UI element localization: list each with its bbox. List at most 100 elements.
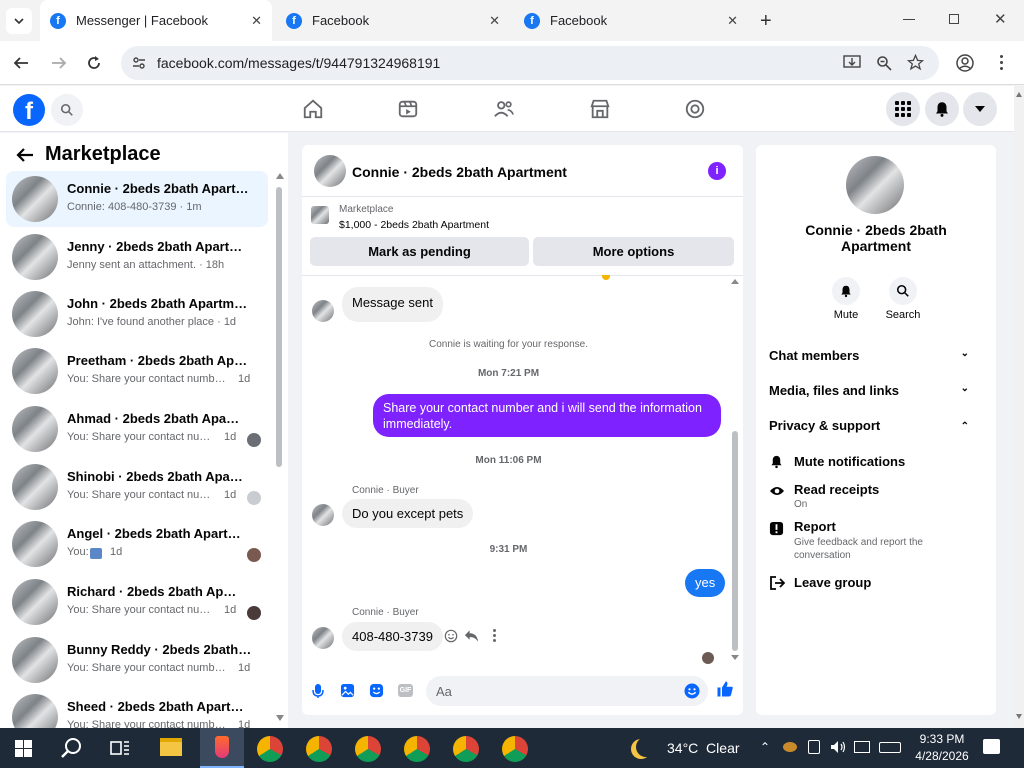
chat-scrollbar[interactable] [730,279,740,663]
close-window-icon[interactable]: ✕ [994,10,1007,28]
chat-header-avatar[interactable] [314,155,346,187]
scroll-down-arrow-icon[interactable] [276,715,284,721]
tab-messenger[interactable]: f Messenger | Facebook ✕ [40,0,272,41]
conversation-item[interactable]: Angel · 2beds 2bath Apartme... You: · 1d [6,516,268,572]
video-nav-icon[interactable] [397,98,421,122]
address-bar[interactable]: facebook.com/messages/t/944791324968191 [121,46,939,80]
tab-facebook-2[interactable]: f Facebook ✕ [514,0,748,41]
scroll-up-arrow-icon[interactable] [1016,92,1022,97]
more-options-button[interactable]: More options [533,237,734,266]
network-icon[interactable] [854,741,870,753]
home-nav-icon[interactable] [302,98,326,122]
facebook-logo-icon[interactable]: f [13,94,45,126]
react-emoji-icon[interactable] [444,629,458,643]
tray-app-icon[interactable] [783,742,797,752]
gaming-nav-icon[interactable] [684,98,708,122]
mute-notifications-item[interactable]: Mute notifications [769,454,983,472]
notification-center-icon[interactable] [983,739,1000,754]
read-receipts-item[interactable]: Read receipts On [769,482,983,512]
tray-chevron-up-icon[interactable]: ⌃ [760,740,770,754]
scroll-down-arrow-icon[interactable] [731,655,739,660]
connie-avatar[interactable] [312,627,334,649]
forward-icon[interactable] [50,54,68,72]
reply-icon[interactable] [464,629,479,643]
conversation-item[interactable]: Richard · 2beds 2bath Apart... You: Shar… [6,574,268,630]
chrome-profile-icon[interactable] [257,736,283,762]
close-tab-icon[interactable]: ✕ [489,13,500,29]
listing-thumbnail[interactable] [311,206,329,224]
weather-text[interactable]: 34°C Clear [667,740,740,756]
leave-group-item[interactable]: Leave group [769,575,983,593]
active-app-icon[interactable] [200,728,244,768]
clock-date[interactable]: 4/28/2026 [910,749,974,763]
conversation-info-button[interactable]: i [708,162,726,180]
report-item[interactable]: Report Give feedback and report the conv… [769,519,983,561]
voice-clip-icon[interactable] [311,683,325,699]
browser-menu-icon[interactable] [1000,55,1004,70]
mark-as-pending-button[interactable]: Mark as pending [310,237,529,266]
conversation-item[interactable]: Ahmad · 2beds 2bath Apartm... You: Share… [6,401,268,457]
conversation-item[interactable]: Sheed · 2beds 2bath Apartment You: Share… [6,689,268,728]
start-icon[interactable] [15,740,32,757]
conversation-item[interactable]: Jenny · 2beds 2bath Apartment Jenny sent… [6,229,268,285]
conversation-item[interactable]: Shinobi · 2beds 2bath Apart... You: Shar… [6,459,268,515]
conversation-list-scrollbar[interactable] [274,173,284,723]
restore-window-icon[interactable] [949,14,959,24]
search-icon[interactable] [61,737,83,759]
close-tab-icon[interactable]: ✕ [251,13,262,29]
photo-icon[interactable] [340,683,355,698]
conversation-item[interactable]: Preetham · 2beds 2bath Apartm... You: Sh… [6,343,268,399]
keyboard-icon[interactable] [879,742,901,753]
search-in-conversation-button[interactable] [889,277,917,305]
chrome-profile-icon[interactable] [306,736,332,762]
connie-avatar[interactable] [312,504,334,526]
chat-title[interactable]: Connie · 2beds 2bath Apartment [352,164,567,180]
zoom-icon[interactable] [876,55,892,71]
tab-list-dropdown-icon[interactable] [6,8,32,34]
chrome-profile-icon[interactable] [453,736,479,762]
profile-icon[interactable] [956,54,974,72]
friends-nav-icon[interactable] [493,98,517,122]
chrome-profile-icon[interactable] [355,736,381,762]
scroll-up-arrow-icon[interactable] [276,173,284,179]
connie-avatar[interactable] [312,300,334,322]
scroll-down-arrow-icon[interactable] [1016,714,1022,719]
file-explorer-icon[interactable] [160,738,182,756]
weather-moon-icon[interactable] [636,737,656,757]
bookmark-star-icon[interactable] [907,54,924,71]
scroll-up-arrow-icon[interactable] [731,279,739,284]
install-app-icon[interactable] [843,55,861,71]
task-view-icon[interactable] [110,739,130,757]
conversation-item[interactable]: Bunny Reddy · 2beds 2bath Apa... You: Sh… [6,632,268,688]
marketplace-nav-icon[interactable] [589,98,613,122]
chrome-profile-icon[interactable] [502,736,528,762]
chat-members-section[interactable]: Chat members ⌄ [769,348,983,363]
notifications-button[interactable] [925,92,959,126]
page-scrollbar[interactable] [1014,86,1024,728]
menu-grid-button[interactable] [886,92,920,126]
chrome-profile-icon[interactable] [404,736,430,762]
minimize-window-icon[interactable] [903,19,915,20]
clock-time[interactable]: 9:33 PM [914,732,970,746]
tray-device-icon[interactable] [808,740,820,754]
gif-icon[interactable]: GIF [398,684,413,697]
emoji-icon[interactable] [684,683,700,699]
account-button[interactable] [963,92,997,126]
close-tab-icon[interactable]: ✕ [727,13,738,29]
profile-avatar[interactable] [846,156,904,214]
mute-button[interactable] [832,277,860,305]
conversation-item[interactable]: John · 2beds 2bath Apartment John: I've … [6,286,268,342]
scroll-thumb[interactable] [276,187,282,467]
more-actions-icon[interactable] [493,629,497,642]
back-arrow-icon[interactable] [15,146,35,164]
media-files-links-section[interactable]: Media, files and links ⌄ [769,383,983,398]
like-thumb-icon[interactable] [716,680,734,698]
listing-title[interactable]: $1,000 - 2beds 2bath Apartment [339,219,489,231]
sticker-icon[interactable] [369,683,384,698]
back-icon[interactable] [12,54,30,72]
new-tab-icon[interactable]: + [760,10,772,33]
privacy-support-section[interactable]: Privacy & support ⌃ [769,418,983,433]
volume-icon[interactable] [830,740,846,754]
tab-facebook-1[interactable]: f Facebook ✕ [276,0,510,41]
message-input[interactable]: Aa [426,676,708,706]
